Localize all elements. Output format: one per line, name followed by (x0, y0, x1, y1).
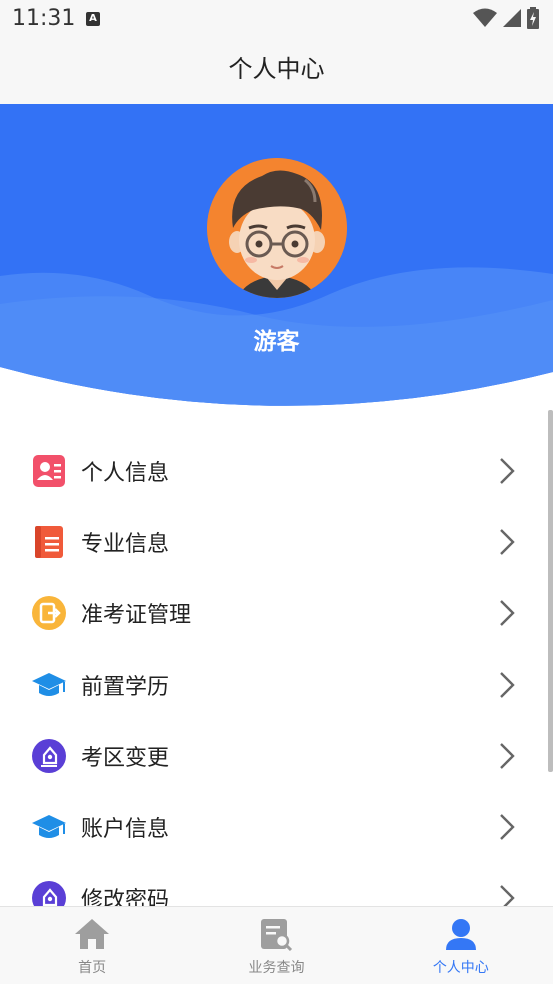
scrollbar[interactable] (548, 410, 553, 772)
menu-list: 个人信息 专业信息 准考证管理 前置学历 考区变更 账户信息 修改密码 (0, 435, 553, 934)
pen-edit-icon (31, 738, 67, 774)
admission-ticket-icon (31, 595, 67, 631)
menu-item-label: 准考证管理 (81, 603, 192, 629)
menu-item-label: 个人信息 (81, 460, 170, 486)
menu-item-label: 前置学历 (81, 674, 170, 700)
chevron-right-icon (500, 600, 515, 627)
graduation-cap-icon (31, 667, 67, 703)
chevron-right-icon (500, 814, 515, 840)
chevron-right-icon (500, 529, 515, 555)
chevron-right-icon (500, 671, 515, 698)
graduation-cap-icon (31, 809, 67, 845)
tab-personal-center[interactable]: 个人中心 (369, 907, 553, 984)
tab-label: 业务查询 (248, 960, 305, 976)
id-card-icon (31, 453, 67, 489)
notification-icon: A (86, 12, 100, 26)
book-icon (31, 524, 67, 560)
menu-item-major-info[interactable]: 专业信息 (0, 506, 553, 577)
avatar[interactable] (207, 158, 347, 298)
menu-item-label: 考区变更 (81, 745, 170, 771)
menu-item-account-info[interactable]: 账户信息 (0, 791, 553, 862)
menu-item-prior-education[interactable]: 前置学历 (0, 649, 553, 720)
menu-item-label: 专业信息 (81, 531, 170, 557)
menu-item-label: 账户信息 (81, 817, 170, 843)
signal-icon (503, 9, 521, 27)
status-icons (473, 7, 539, 29)
menu-item-admission-ticket[interactable]: 准考证管理 (0, 578, 553, 649)
person-icon (445, 919, 476, 950)
status-time: 11:31 (12, 6, 76, 31)
tab-home[interactable]: 首页 (0, 907, 184, 984)
wifi-icon (473, 8, 497, 27)
page-title: 个人中心 (228, 55, 325, 83)
tab-label: 首页 (78, 960, 107, 976)
menu-item-personal-info[interactable]: 个人信息 (0, 435, 553, 506)
chevron-right-icon (500, 742, 515, 769)
tab-label: 个人中心 (432, 960, 489, 976)
document-search-icon (261, 919, 293, 951)
battery-icon (527, 7, 539, 29)
status-bar: 11:31 A (0, 0, 553, 38)
bottom-tab-bar: 首页 业务查询 个人中心 (0, 906, 553, 984)
chevron-right-icon (500, 457, 515, 484)
home-icon (75, 919, 110, 949)
title-bar: 个人中心 (0, 38, 553, 104)
tab-business-query[interactable]: 业务查询 (184, 907, 368, 984)
menu-item-exam-area-change[interactable]: 考区变更 (0, 720, 553, 791)
username: 游客 (253, 329, 300, 355)
